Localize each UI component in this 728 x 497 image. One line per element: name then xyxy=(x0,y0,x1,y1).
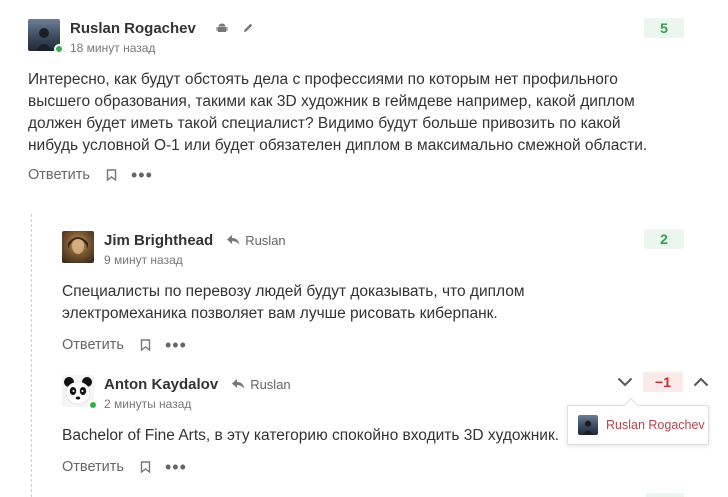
more-icon[interactable]: ••• xyxy=(131,166,153,184)
reply-arrow-icon xyxy=(232,379,245,389)
person-photo-icon xyxy=(68,237,88,254)
voter-name[interactable]: Ruslan Rogachev xyxy=(606,418,705,432)
comment-time: 2 минуты назад xyxy=(104,397,192,411)
comment-ruslan: Ruslan Rogachev 18 минут назад Интересно… xyxy=(28,19,648,184)
reply-to-link[interactable]: Ruslan xyxy=(232,376,291,392)
reply-to-name: Ruslan xyxy=(245,232,286,248)
comment-text: Интересно, как будут обстоять дела с про… xyxy=(28,71,648,154)
comment-score: −1 xyxy=(643,372,683,392)
comment-author[interactable]: Jim Brighthead xyxy=(104,232,213,249)
comment-score: 2 xyxy=(644,229,684,249)
comment-score: 5 xyxy=(644,18,684,38)
bookmark-icon[interactable] xyxy=(106,169,117,181)
person-silhouette-icon xyxy=(583,420,593,435)
reply-button[interactable]: Ответить xyxy=(28,167,90,183)
comment-author[interactable]: Anton Kaydalov xyxy=(104,376,218,393)
comment-text: Bachelor of Fine Arts, в эту категорию с… xyxy=(62,427,560,444)
reply-button[interactable]: Ответить xyxy=(62,459,124,475)
comment-author[interactable]: Ruslan Rogachev xyxy=(70,20,196,37)
pencil-icon xyxy=(242,22,254,34)
avatar-jim[interactable] xyxy=(62,231,94,263)
vote-up-icon[interactable] xyxy=(692,373,710,391)
tooltip-arrow xyxy=(623,397,639,413)
comment-time: 9 минут назад xyxy=(104,253,183,267)
thread-line xyxy=(31,214,32,497)
voter-tooltip: Ruslan Rogachev xyxy=(567,397,709,445)
reply-to-link[interactable]: Ruslan xyxy=(227,232,286,248)
reply-arrow-icon xyxy=(227,235,240,245)
online-indicator xyxy=(88,400,98,410)
comment-time: 18 минут назад xyxy=(70,41,156,55)
comment-anton: Anton Kaydalov Ruslan 2 минуты назад Bac… xyxy=(62,375,582,476)
comment-jim: Jim Brighthead Ruslan 9 минут назад Спец… xyxy=(62,231,642,354)
comment-text: Специалисты по перевозу людей будут дока… xyxy=(62,283,525,322)
vote-down-icon[interactable] xyxy=(616,373,634,391)
voter-avatar[interactable] xyxy=(578,415,598,435)
online-indicator xyxy=(54,44,64,54)
bookmark-icon[interactable] xyxy=(140,339,151,351)
more-icon[interactable]: ••• xyxy=(165,458,187,476)
android-icon xyxy=(216,22,228,34)
avatar-ruslan[interactable] xyxy=(28,19,64,54)
bookmark-icon[interactable] xyxy=(140,461,151,473)
reply-button[interactable]: Ответить xyxy=(62,337,124,353)
reply-to-name: Ruslan xyxy=(250,376,291,392)
more-icon[interactable]: ••• xyxy=(165,336,187,354)
avatar-anton[interactable] xyxy=(62,375,98,410)
next-comment-score-peek xyxy=(646,493,684,497)
